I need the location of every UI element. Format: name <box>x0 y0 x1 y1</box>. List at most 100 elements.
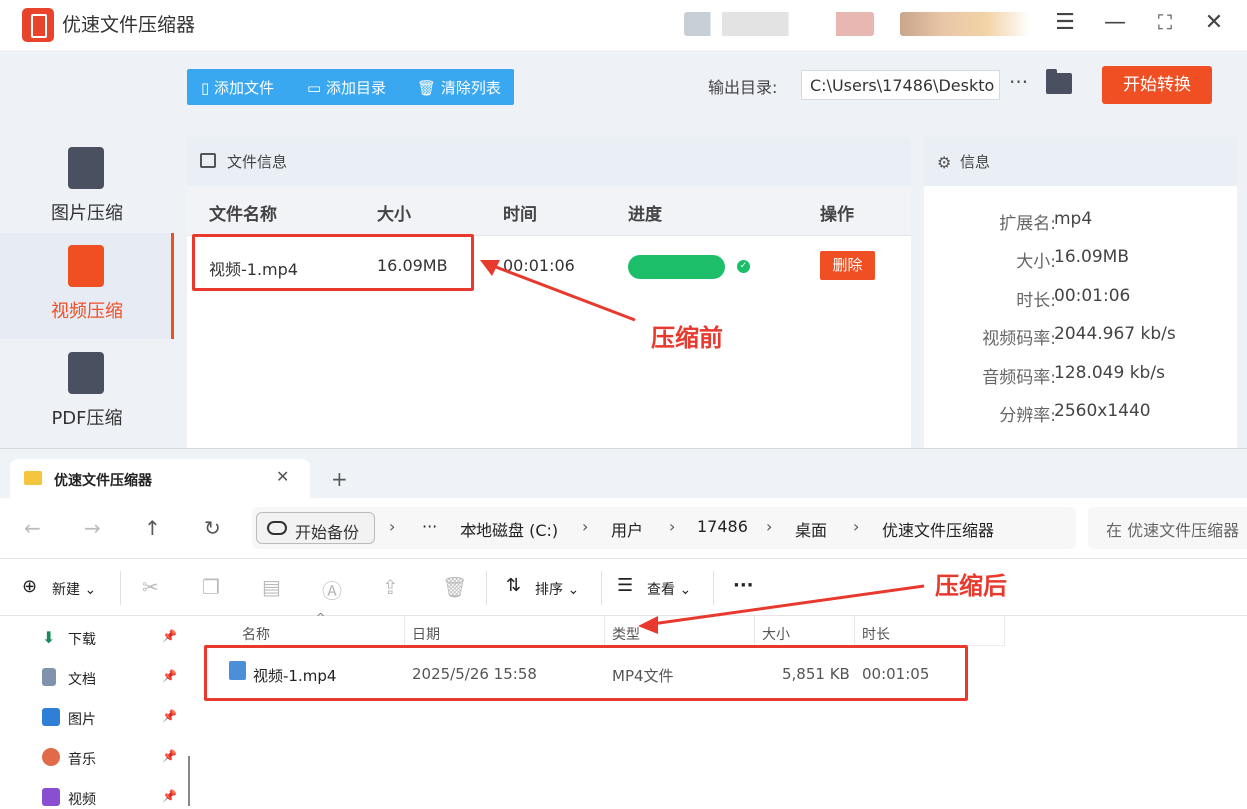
close-icon[interactable]: ✕ <box>1199 10 1229 35</box>
info-key: 时长: <box>1016 291 1056 311</box>
output-dir-label: 输出目录: <box>708 78 778 97</box>
breadcrumb-drive[interactable]: 本地磁盘 (C:) <box>460 517 558 541</box>
divider <box>404 616 405 646</box>
minimize-icon[interactable]: — <box>1100 10 1130 35</box>
file-info-title: 文件信息 <box>227 153 288 171</box>
col-time: 时间 <box>503 205 537 225</box>
col-date[interactable]: 日期 <box>412 624 440 644</box>
file-explorer-window: 优速文件压缩器 ✕ + ← → ↑ ↻ 开始备份 › ··· › 本地磁盘 (C… <box>0 448 1247 808</box>
info-panel: ⚙ 信息 扩展名: mp4 大小: 16.09MB 时长: 00:01:06 视频码率… <box>924 137 1237 448</box>
info-value: 00:01:06 <box>1054 286 1131 306</box>
scrollbar[interactable] <box>188 756 190 806</box>
sidebar-item-image[interactable]: 图片压缩 <box>0 135 174 241</box>
col-name: 文件名称 <box>209 205 277 225</box>
navigation-bar: ← → ↑ ↻ 开始备份 › ··· › 本地磁盘 (C:) › 用户 › 17… <box>0 498 1247 558</box>
new-icon[interactable]: ⊕ <box>22 576 37 597</box>
rename-icon[interactable]: Ⓐ <box>322 575 342 604</box>
breadcrumb-user[interactable]: 17486 <box>697 517 748 536</box>
back-icon[interactable]: ← <box>24 516 41 540</box>
copy-icon[interactable]: ❐ <box>202 575 220 599</box>
explorer-tab[interactable]: 优速文件压缩器 ✕ <box>10 459 310 499</box>
info-title: 信息 <box>960 153 991 171</box>
info-value: 128.049 kb/s <box>1054 363 1165 383</box>
new-button[interactable]: 新建 ⌄ <box>52 579 96 599</box>
pin-icon[interactable]: 📌 <box>162 789 177 803</box>
cloud-icon <box>267 521 287 535</box>
cut-icon[interactable]: ✂ <box>142 575 159 599</box>
pin-icon[interactable]: 📌 <box>162 669 177 683</box>
breadcrumb-more[interactable]: ··· <box>422 517 437 536</box>
address-bar[interactable]: 开始备份 › ··· › 本地磁盘 (C:) › 用户 › 17486 › 桌面… <box>252 507 1076 549</box>
tab-bar: 优速文件压缩器 ✕ + <box>0 448 1247 499</box>
gear-icon: ⚙ <box>937 153 952 172</box>
pin-icon[interactable]: 📌 <box>162 749 177 763</box>
clear-list-label: 清除列表 <box>440 79 501 97</box>
backup-label: 开始备份 <box>295 523 360 542</box>
nav-label: 音乐 <box>68 752 96 768</box>
breadcrumb-desktop[interactable]: 桌面 <box>795 517 827 541</box>
breadcrumb-folder[interactable]: 优速文件压缩器 <box>882 517 994 541</box>
new-tab-icon[interactable]: + <box>331 467 348 491</box>
clear-list-button[interactable]: 🗑 清除列表 <box>417 77 501 98</box>
col-name[interactable]: 名称 <box>242 624 270 644</box>
music-icon <box>42 748 60 766</box>
annotation-before: 压缩前 <box>651 324 723 352</box>
image-file-icon <box>68 147 104 189</box>
view-icon[interactable]: ☰ <box>617 575 633 596</box>
add-dir-label: 添加目录 <box>325 79 386 97</box>
pin-icon[interactable]: 📌 <box>162 709 177 723</box>
info-key: 视频码率: <box>982 329 1056 349</box>
sort-label: 排序 <box>535 582 563 598</box>
info-value: 2044.967 kb/s <box>1054 324 1176 344</box>
info-value: mp4 <box>1054 209 1093 229</box>
close-tab-icon[interactable]: ✕ <box>276 467 289 486</box>
image-icon <box>200 153 216 168</box>
menu-icon[interactable]: ☰ <box>1050 10 1080 35</box>
up-icon[interactable]: ↑ <box>144 516 161 540</box>
annotation-after: 压缩后 <box>935 572 1007 600</box>
sidebar-item-pdf[interactable]: PDF压缩 <box>0 340 174 446</box>
info-value: 2560x1440 <box>1054 401 1151 421</box>
info-key: 扩展名: <box>999 214 1056 234</box>
sidebar-item-video[interactable]: 视频压缩 <box>0 233 174 339</box>
add-file-button[interactable]: ▯ 添加文件 <box>201 77 274 98</box>
breadcrumb-users[interactable]: 用户 <box>611 517 643 541</box>
col-progress: 进度 <box>628 205 662 225</box>
share-icon[interactable]: ⇪ <box>382 575 399 599</box>
sort-icon[interactable]: ⇅ <box>506 575 521 596</box>
sort-button[interactable]: 排序 ⌄ <box>535 579 579 599</box>
divider <box>120 571 121 605</box>
start-backup-button[interactable]: 开始备份 <box>256 512 375 544</box>
check-icon: ✓ <box>737 260 750 273</box>
open-folder-icon[interactable] <box>1046 69 1072 94</box>
delete-icon[interactable]: 🗑 <box>442 575 467 599</box>
pdf-file-icon <box>68 352 104 394</box>
info-key: 分辨率: <box>999 406 1056 426</box>
blurred-account-info <box>684 12 874 36</box>
nav-label: 图片 <box>68 712 96 728</box>
pictures-icon <box>42 708 60 726</box>
add-dir-button[interactable]: ▭ 添加目录 <box>307 77 386 98</box>
title-bar: 优速文件压缩器 ☰ — ⛶ ✕ <box>0 0 1247 50</box>
pin-icon[interactable]: 📌 <box>162 629 177 643</box>
sidebar: 图片压缩 视频压缩 PDF压缩 <box>0 50 174 448</box>
more-options-icon[interactable]: ··· <box>1009 70 1028 94</box>
file-table-header: 文件名称 大小 时间 进度 操作 <box>187 186 911 236</box>
output-dir-input[interactable]: C:\Users\17486\Deskto <box>801 70 1000 100</box>
maximize-icon[interactable]: ⛶ <box>1150 10 1180 34</box>
file-toolbar: ▯ 添加文件 ▭ 添加目录 🗑 清除列表 <box>187 69 514 105</box>
refresh-icon[interactable]: ↻ <box>204 516 221 540</box>
paste-icon[interactable]: ▤ <box>262 575 281 599</box>
arrow-after <box>638 584 925 634</box>
col-size: 大小 <box>377 205 411 225</box>
chevron-right-icon: › <box>389 517 396 536</box>
delete-button[interactable]: 删除 <box>820 251 875 280</box>
blurred-user-avatar <box>900 12 1030 36</box>
forward-icon[interactable]: → <box>84 516 101 540</box>
search-input[interactable]: 在 优速文件压缩器 <box>1088 507 1247 549</box>
divider <box>1004 616 1005 646</box>
chevron-right-icon: › <box>766 517 773 536</box>
info-key: 音频码率: <box>982 368 1056 388</box>
start-convert-button[interactable]: 开始转换 <box>1102 66 1212 104</box>
app-title: 优速文件压缩器 <box>62 14 196 36</box>
